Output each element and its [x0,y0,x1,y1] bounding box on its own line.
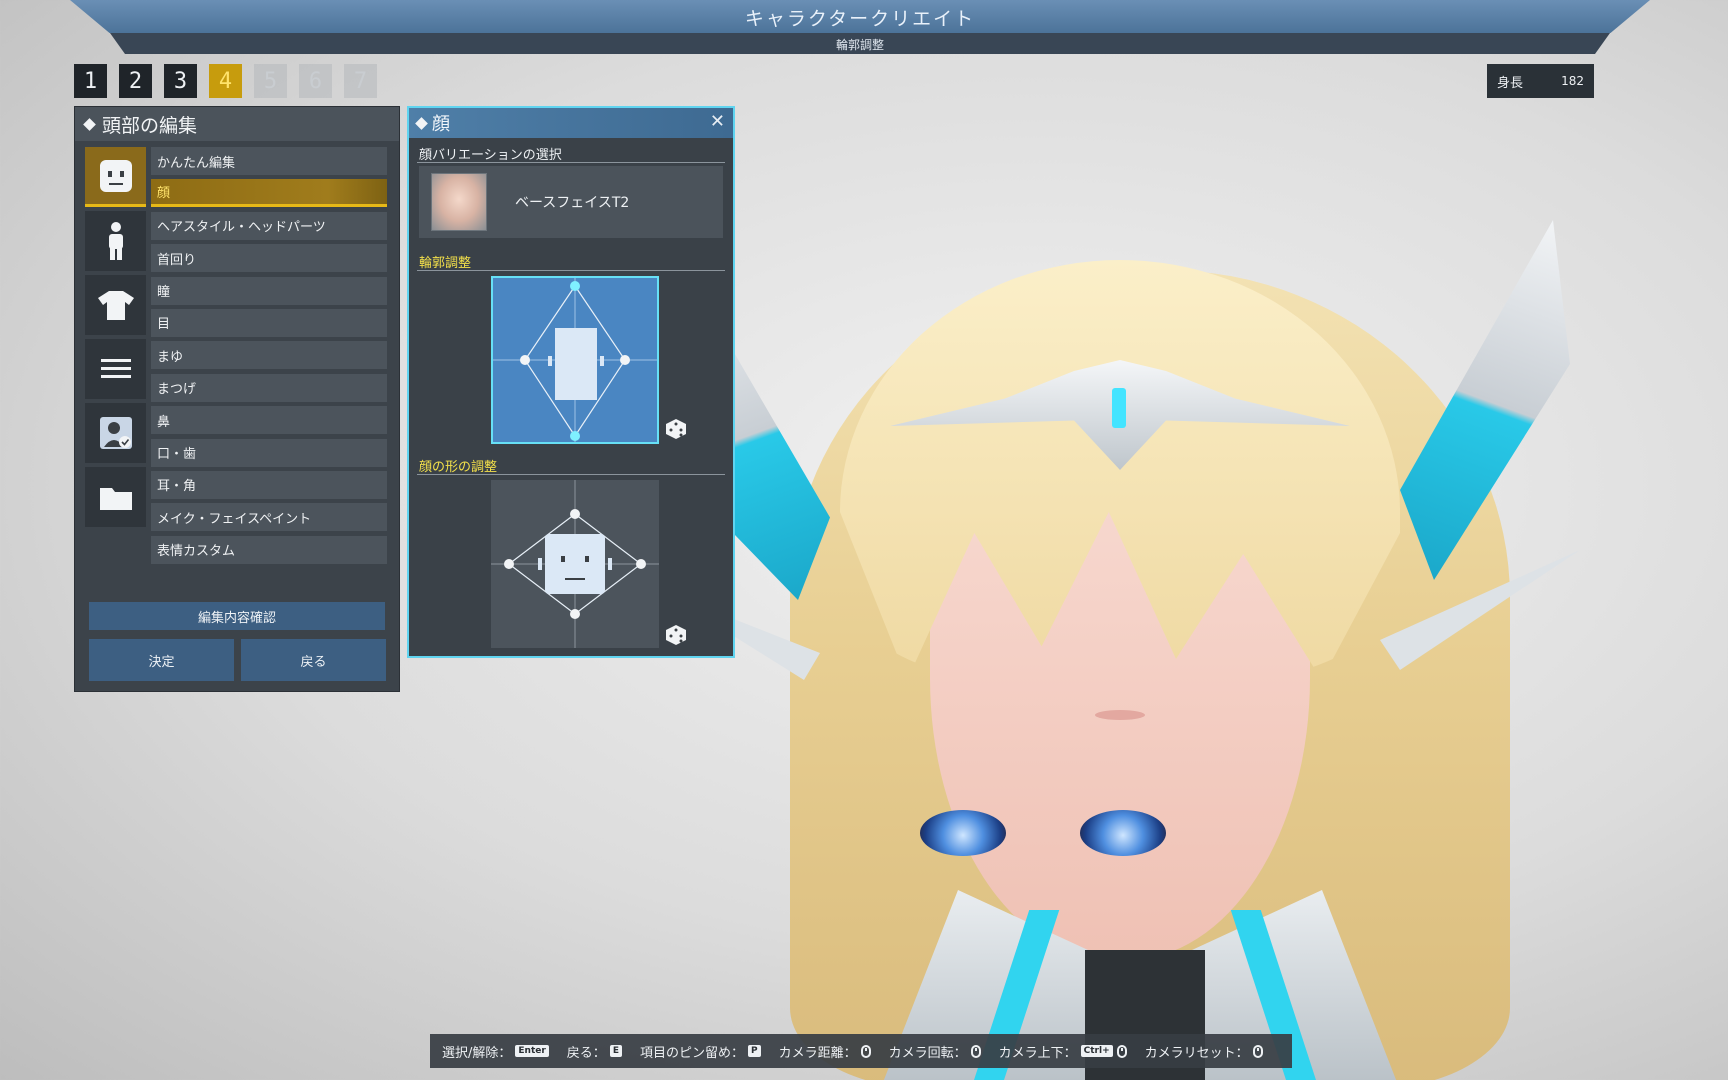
mouse-right-icon [970,1044,981,1058]
category-list[interactable] [85,339,146,399]
menu-item-expression[interactable]: 表情カスタム [151,535,387,564]
close-icon[interactable]: ✕ [710,111,725,132]
menu-item-nose[interactable]: 鼻 [151,406,387,435]
help-label: カメラリセット： [1144,1045,1249,1061]
menu-item-pupil[interactable]: 瞳 [151,276,387,305]
confirm-button[interactable]: 決定 [89,639,234,681]
body-icon [108,222,123,260]
help-pin: 項目のピン留め： P [640,1042,761,1061]
shape-section-label: 顔の形の調整 [419,460,498,475]
step-tab-5: 5 [254,64,287,98]
face-panel: 顔 ✕ 顔バリエーションの選択 ベースフェイスT2 輪郭調整 顔の形の調整 [407,106,735,658]
contour-section-label: 輪郭調整 [419,256,472,271]
edit-item-list: かんたん編集 顔 ヘアスタイル・ヘッドパーツ 首回り 瞳 目 まゆ まつげ 鼻 … [151,147,387,568]
shape-grid [491,480,659,648]
category-body[interactable] [85,211,146,271]
profile-icon [99,417,132,449]
e-key-icon: E [609,1045,622,1057]
help-label: カメラ回転： [888,1045,967,1061]
panel-title: 頭部の編集 [102,114,198,137]
face-variation-selector[interactable]: ベースフェイスT2 [419,166,723,238]
page-title: キャラクタークリエイト [744,8,976,30]
step-tab-3[interactable]: 3 [164,64,197,98]
face-variation-name: ベースフェイスT2 [515,195,630,211]
diamond-icon [83,117,96,131]
menu-item-eyelashes[interactable]: まつげ [151,373,387,402]
help-label: カメラ距離： [778,1045,857,1061]
height-label: 身長 [1497,75,1524,91]
menu-item-makeup[interactable]: メイク・フェイスペイント [151,503,387,532]
step-tab-2[interactable]: 2 [119,64,152,98]
menu-item-eyes[interactable]: 目 [151,308,387,337]
menu-item-easy-edit[interactable]: かんたん編集 [151,147,387,175]
category-face[interactable] [85,147,146,207]
height-readout: 身長 182 [1487,64,1594,98]
help-label: カメラ上下： [998,1045,1077,1061]
help-back: 戻る： E [567,1042,622,1061]
menu-item-neck[interactable]: 首回り [151,244,387,273]
menu-item-hairstyle[interactable]: ヘアスタイル・ヘッドパーツ [151,211,387,240]
category-column [85,147,146,531]
step-tab-4[interactable]: 4 [209,64,242,98]
diamond-icon [415,116,428,130]
head-edit-panel: 頭部の編集 かんたん編集 顔 ヘアスタイル・ヘッドパーツ 首回り 瞳 目 まゆ … [74,106,400,692]
divider [417,162,725,163]
contour-adjust-pad[interactable] [491,276,659,444]
variation-section-label: 顔バリエーションの選択 [419,148,562,163]
divider [417,474,725,475]
back-button[interactable]: 戻る [241,639,386,681]
shirt-icon [97,291,134,320]
step-tab-1[interactable]: 1 [74,64,107,98]
menu-item-ears-horns[interactable]: 耳・角 [151,470,387,499]
eye-right [1080,810,1166,856]
mouse-icon [1116,1044,1127,1058]
category-save[interactable] [85,467,146,527]
review-edits-button[interactable]: 編集内容確認 [89,602,385,630]
face-thumbnail [431,173,487,231]
tiara-gem [1112,388,1126,428]
mouth [1095,710,1145,720]
eye-left [920,810,1006,856]
divider [417,270,725,271]
enter-key-icon: Enter [515,1045,549,1057]
category-outfit[interactable] [85,275,146,335]
folder-icon [99,488,132,510]
step-tab-7: 7 [344,64,377,98]
step-tab-6: 6 [299,64,332,98]
mouse-wheel-icon [860,1044,871,1058]
help-label: 選択/解除： [442,1045,512,1061]
help-label: 戻る： [566,1045,606,1061]
height-value: 182 [1561,74,1584,88]
panel-header: 頭部の編集 [75,107,399,141]
page-subtitle: 輪郭調整 [835,38,884,52]
category-profile[interactable] [85,403,146,463]
menu-item-eyebrows[interactable]: まゆ [151,341,387,370]
controls-help-bar: 選択/解除： Enter 戻る： E 項目のピン留め： P カメラ距離： カメラ… [430,1034,1292,1068]
face-panel-header: 顔 [409,108,733,138]
help-camera-rotate: カメラ回転： [889,1042,981,1061]
face-shape-pad[interactable] [491,480,659,648]
p-key-icon: P [747,1045,761,1057]
randomize-dice-icon[interactable] [665,624,687,646]
ctrl-key-icon: Ctrl+ [1080,1045,1113,1057]
menu-item-face[interactable]: 顔 [151,179,387,208]
help-select: 選択/解除： Enter [442,1042,549,1061]
contour-grid [493,278,657,442]
header: キャラクタークリエイト 輪郭調整 [70,0,1650,54]
randomize-dice-icon[interactable] [665,418,687,440]
help-camera-distance: カメラ距離： [779,1042,871,1061]
menu-icon [100,359,131,378]
help-camera-reset: カメラリセット： [1145,1042,1263,1061]
menu-item-mouth-teeth[interactable]: 口・歯 [151,438,387,467]
step-tabs: 1 2 3 4 5 6 7 [74,64,377,98]
character-model[interactable] [660,190,1728,1080]
help-label: 項目のピン留め： [639,1045,744,1061]
mouse-middle-icon [1252,1044,1263,1058]
face-icon [99,159,132,192]
help-camera-vertical: カメラ上下： Ctrl+ [999,1042,1127,1061]
face-panel-title: 顔 [432,114,450,135]
